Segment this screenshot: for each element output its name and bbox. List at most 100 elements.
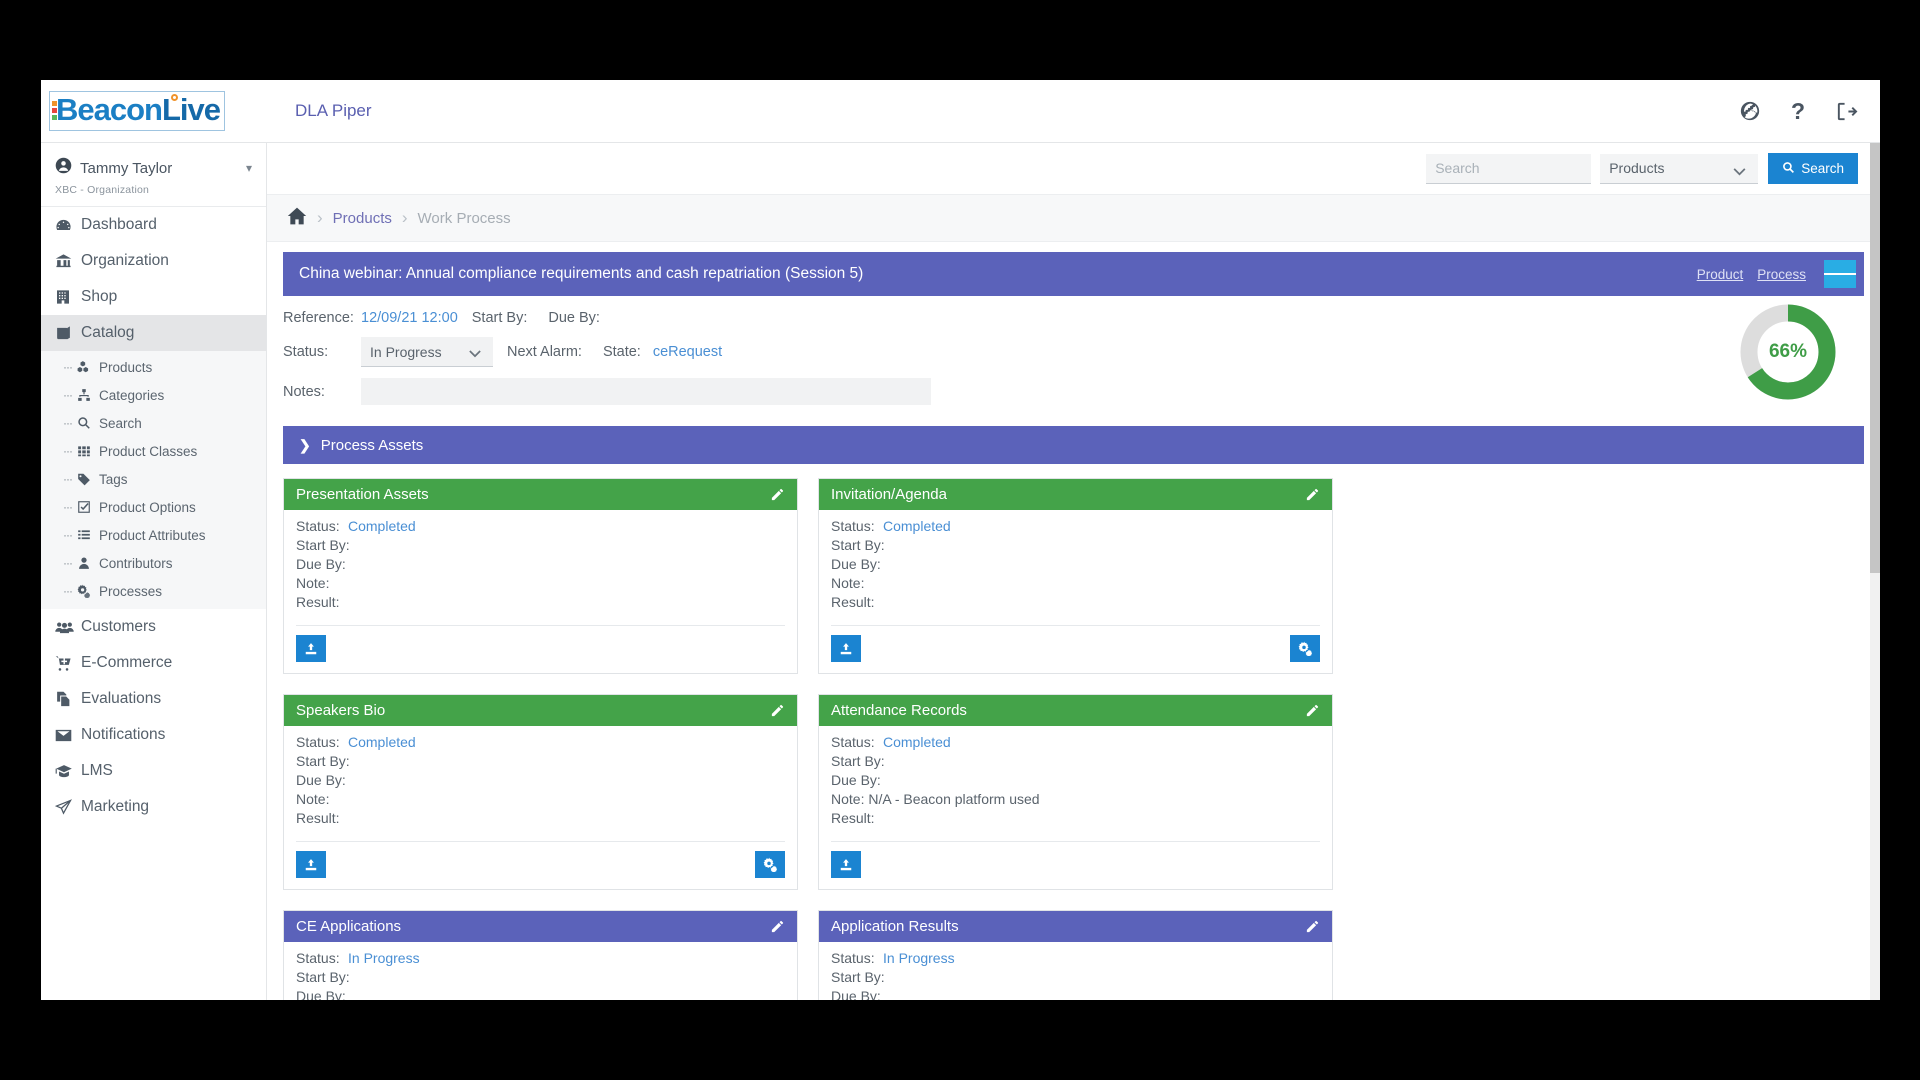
upload-button[interactable] bbox=[296, 635, 326, 662]
sidebar-item-organization[interactable]: Organization bbox=[41, 243, 266, 279]
process-assets-bar[interactable]: ❯ Process Assets bbox=[283, 426, 1864, 464]
logout-icon[interactable] bbox=[1835, 100, 1858, 123]
vertical-scrollbar[interactable] bbox=[1870, 143, 1880, 1000]
scrollbar-thumb[interactable] bbox=[1870, 143, 1880, 573]
sidebar-item-customers[interactable]: Customers bbox=[41, 609, 266, 645]
main-content: Products Search › Prod bbox=[267, 143, 1880, 1000]
card-title: Application Results bbox=[831, 918, 959, 935]
edit-pencil-icon[interactable] bbox=[770, 919, 785, 934]
user-block[interactable]: Tammy Taylor ▾ XBC - Organization bbox=[41, 143, 266, 207]
sidebar-item-contributors[interactable]: ··· Contributors bbox=[41, 549, 266, 577]
card-result-line: Result: bbox=[296, 810, 785, 826]
card-result-line: Result: bbox=[831, 594, 1320, 610]
card-status-line: Status: Completed bbox=[296, 734, 785, 750]
sitemap-icon bbox=[77, 388, 99, 402]
notes-input[interactable] bbox=[361, 378, 931, 405]
sidebar-item-label: Dashboard bbox=[81, 216, 157, 233]
asset-card: Application Results Status: In Progress S… bbox=[818, 910, 1333, 1000]
avatar-icon bbox=[55, 157, 72, 179]
edit-pencil-icon[interactable] bbox=[1305, 703, 1320, 718]
search-icon bbox=[1782, 161, 1795, 177]
sidebar-item-lms[interactable]: LMS bbox=[41, 753, 266, 789]
card-startby-line: Start By: bbox=[831, 537, 1320, 553]
sidebar-item-evaluations[interactable]: Evaluations bbox=[41, 681, 266, 717]
sidebar-item-label: LMS bbox=[81, 762, 113, 779]
sidebar-subitem-label: Processes bbox=[99, 583, 163, 599]
upload-button[interactable] bbox=[831, 851, 861, 878]
edit-pencil-icon[interactable] bbox=[1305, 487, 1320, 502]
sidebar-item-product-classes[interactable]: ··· Product Classes bbox=[41, 437, 266, 465]
search-button-label: Search bbox=[1801, 161, 1844, 176]
sidebar-subitem-label: Product Classes bbox=[99, 443, 198, 459]
upload-button[interactable] bbox=[831, 635, 861, 662]
card-footer bbox=[296, 841, 785, 889]
grid-icon bbox=[77, 444, 99, 458]
sidebar-item-categories[interactable]: ··· Categories bbox=[41, 381, 266, 409]
card-body: Status: Completed Start By: Due By: Note:… bbox=[284, 510, 797, 619]
sidebar-item-marketing[interactable]: Marketing bbox=[41, 789, 266, 825]
brand-logo[interactable]: BeaconLive bbox=[41, 91, 267, 131]
card-result-line: Result: bbox=[296, 594, 785, 610]
sidebar-item-processes[interactable]: ··· Processes bbox=[41, 577, 266, 605]
book-icon bbox=[55, 325, 81, 342]
due-by-label: Due By: bbox=[548, 310, 600, 326]
result-label: Result: bbox=[831, 810, 875, 826]
sidebar-subitem-label: Tags bbox=[99, 471, 128, 487]
card-note-line: Note: bbox=[296, 791, 785, 807]
reference-row: Reference: 12/09/21 12:00 Start By: Due … bbox=[283, 310, 1864, 326]
settings-gears-button[interactable] bbox=[755, 851, 785, 878]
edit-pencil-icon[interactable] bbox=[770, 703, 785, 718]
sidebar-item-tags[interactable]: ··· Tags bbox=[41, 465, 266, 493]
edit-pencil-icon[interactable] bbox=[770, 487, 785, 502]
card-status-line: Status: Completed bbox=[831, 734, 1320, 750]
sidebar-item-product-attributes[interactable]: ··· Product Attributes bbox=[41, 521, 266, 549]
card-header: CE Applications bbox=[284, 911, 797, 942]
next-alarm-label: Next Alarm: bbox=[507, 344, 582, 360]
sidebar-item-notifications[interactable]: Notifications bbox=[41, 717, 266, 753]
asset-card: Presentation Assets Status: Completed Sta… bbox=[283, 478, 798, 674]
sidebar-subitem-label: Product Attributes bbox=[99, 527, 206, 543]
user-name: Tammy Taylor bbox=[80, 159, 173, 177]
chevron-down-icon[interactable]: ▾ bbox=[246, 161, 252, 175]
sidebar-item-products[interactable]: ··· Products bbox=[41, 353, 266, 381]
breadcrumb-item-products[interactable]: Products bbox=[333, 210, 392, 227]
status-label: Status: bbox=[296, 518, 340, 534]
card-status-line: Status: Completed bbox=[296, 518, 785, 534]
edit-pencil-icon[interactable] bbox=[1305, 919, 1320, 934]
dash-marker: ··· bbox=[63, 388, 73, 402]
reference-label: Reference: bbox=[283, 310, 354, 326]
search-input[interactable] bbox=[1426, 153, 1592, 184]
state-label: State: bbox=[602, 344, 641, 360]
card-dueby-line: Due By: bbox=[831, 556, 1320, 572]
search-scope-select[interactable]: Products bbox=[1600, 153, 1759, 184]
menu-hamburger-icon[interactable] bbox=[1824, 260, 1857, 288]
help-icon[interactable]: ? bbox=[1791, 98, 1805, 125]
note-label: Note: bbox=[296, 575, 330, 591]
settings-gears-button[interactable] bbox=[1290, 635, 1320, 662]
user-icon bbox=[77, 556, 99, 570]
product-link[interactable]: Product bbox=[1697, 267, 1744, 282]
sidebar-item-dashboard[interactable]: Dashboard bbox=[41, 207, 266, 243]
home-icon[interactable] bbox=[287, 206, 307, 231]
progress-percent-label: 66% bbox=[1768, 341, 1808, 362]
note-value: N/A - Beacon platform used bbox=[868, 791, 1040, 807]
globe-icon[interactable] bbox=[1739, 100, 1761, 122]
sidebar-item-shop[interactable]: Shop bbox=[41, 279, 266, 315]
due-by-label: Due By: bbox=[296, 556, 346, 572]
status-select[interactable]: In Progress bbox=[361, 337, 493, 367]
process-link[interactable]: Process bbox=[1757, 267, 1806, 282]
search-button[interactable]: Search bbox=[1768, 153, 1858, 184]
dash-marker: ··· bbox=[63, 500, 73, 514]
start-by-label: Start By: bbox=[296, 753, 350, 769]
result-label: Result: bbox=[296, 594, 340, 610]
sidebar-item-product-options[interactable]: ··· Product Options bbox=[41, 493, 266, 521]
card-title: Speakers Bio bbox=[296, 702, 386, 719]
sidebar-item-search[interactable]: ··· Search bbox=[41, 409, 266, 437]
notes-label: Notes: bbox=[283, 383, 325, 400]
status-value: In Progress bbox=[348, 950, 420, 966]
users-icon bbox=[55, 619, 81, 636]
sidebar-item-ecommerce[interactable]: E-Commerce bbox=[41, 645, 266, 681]
dash-marker: ··· bbox=[63, 360, 73, 374]
sidebar-item-catalog[interactable]: Catalog bbox=[41, 315, 266, 351]
upload-button[interactable] bbox=[296, 851, 326, 878]
